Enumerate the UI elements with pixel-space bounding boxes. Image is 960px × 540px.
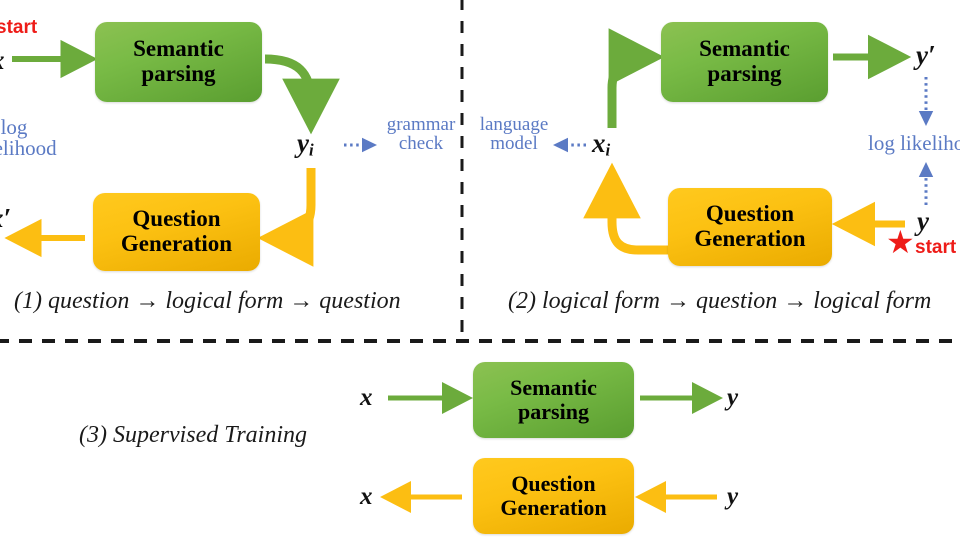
blue-label-line2: model — [490, 133, 538, 155]
label-x-input-1: x — [0, 45, 5, 76]
language-model-label: language model — [468, 115, 560, 154]
node-label-line2: Generation — [120, 231, 233, 256]
node-label-line1: Question — [511, 471, 596, 497]
label-y-input-3: y — [727, 483, 739, 510]
arrow-xi-to-semantic-parsing-2 — [607, 28, 665, 128]
caption-panel-1: (1) question → logical form → question — [14, 288, 401, 314]
label-y-i-subscript: i — [308, 140, 314, 160]
node-label-line1: Semantic — [133, 36, 224, 62]
arrow-yi-to-question-generation-1 — [257, 168, 316, 267]
label-y-prime-output-2: y′ — [916, 40, 936, 70]
node-label-line2: parsing — [141, 61, 216, 86]
blue-label-line1: language — [479, 114, 549, 135]
node-label-line2: parsing — [518, 399, 589, 424]
label-x-input-3: x — [360, 384, 373, 411]
blue-label-line1: log — [0, 115, 28, 139]
label-x-output-3: x — [360, 483, 373, 510]
start-marker-panel-1: start — [0, 17, 38, 38]
blue-label-line2: likelihood — [0, 136, 57, 161]
label-y-i-base: y — [297, 128, 309, 158]
node-label-line2: Generation — [500, 495, 607, 520]
blue-label-line2: check — [398, 133, 444, 155]
label-x-i-2: xi — [592, 128, 610, 161]
question-generation-box-1[interactable]: Question Generation — [93, 193, 260, 271]
caption-panel-2: (2) logical form → question → logical fo… — [508, 288, 932, 314]
label-x-i-base: x — [592, 128, 606, 158]
node-label-line2: parsing — [707, 61, 782, 86]
start-marker-panel-2: start — [915, 237, 957, 258]
label-x-prime-output-1: x′ — [0, 203, 12, 233]
node-label-line1: Semantic — [699, 36, 790, 62]
arrow-question-generation-2-to-xi — [583, 162, 668, 255]
node-label-line1: Question — [132, 206, 221, 232]
semantic-parsing-box-2[interactable]: Semantic parsing — [661, 22, 828, 102]
node-label-line1: Semantic — [510, 375, 597, 401]
node-label-line1: Question — [705, 201, 795, 227]
blue-label-line1: grammar — [386, 114, 456, 135]
semantic-parsing-box-3[interactable]: Semantic parsing — [473, 362, 634, 438]
label-y-input-2: y — [917, 206, 929, 236]
blue-label-line1: log likelihood — [868, 131, 960, 155]
figure-canvas: Semantic parsing Question Generation x y… — [0, 0, 960, 540]
question-generation-box-2[interactable]: Question Generation — [668, 188, 832, 266]
semantic-parsing-box-1[interactable]: Semantic parsing — [95, 22, 262, 102]
log-likelihood-label-right: log likelihood — [868, 131, 960, 155]
arrow-semantic-parsing-1-to-yi — [264, 54, 340, 135]
node-label-line2: Generation — [694, 226, 806, 251]
grammar-check-label: grammar check — [376, 115, 466, 154]
label-y-output-3: y — [727, 384, 739, 411]
log-likelihood-label-left: log likelihood — [0, 115, 94, 161]
label-x-i-subscript: i — [605, 140, 611, 160]
caption-panel-3: (3) Supervised Training — [79, 422, 307, 448]
label-y-i-1: yi — [297, 128, 314, 161]
question-generation-box-3[interactable]: Question Generation — [473, 458, 634, 534]
star-icon-panel-2: ★ — [886, 224, 915, 260]
